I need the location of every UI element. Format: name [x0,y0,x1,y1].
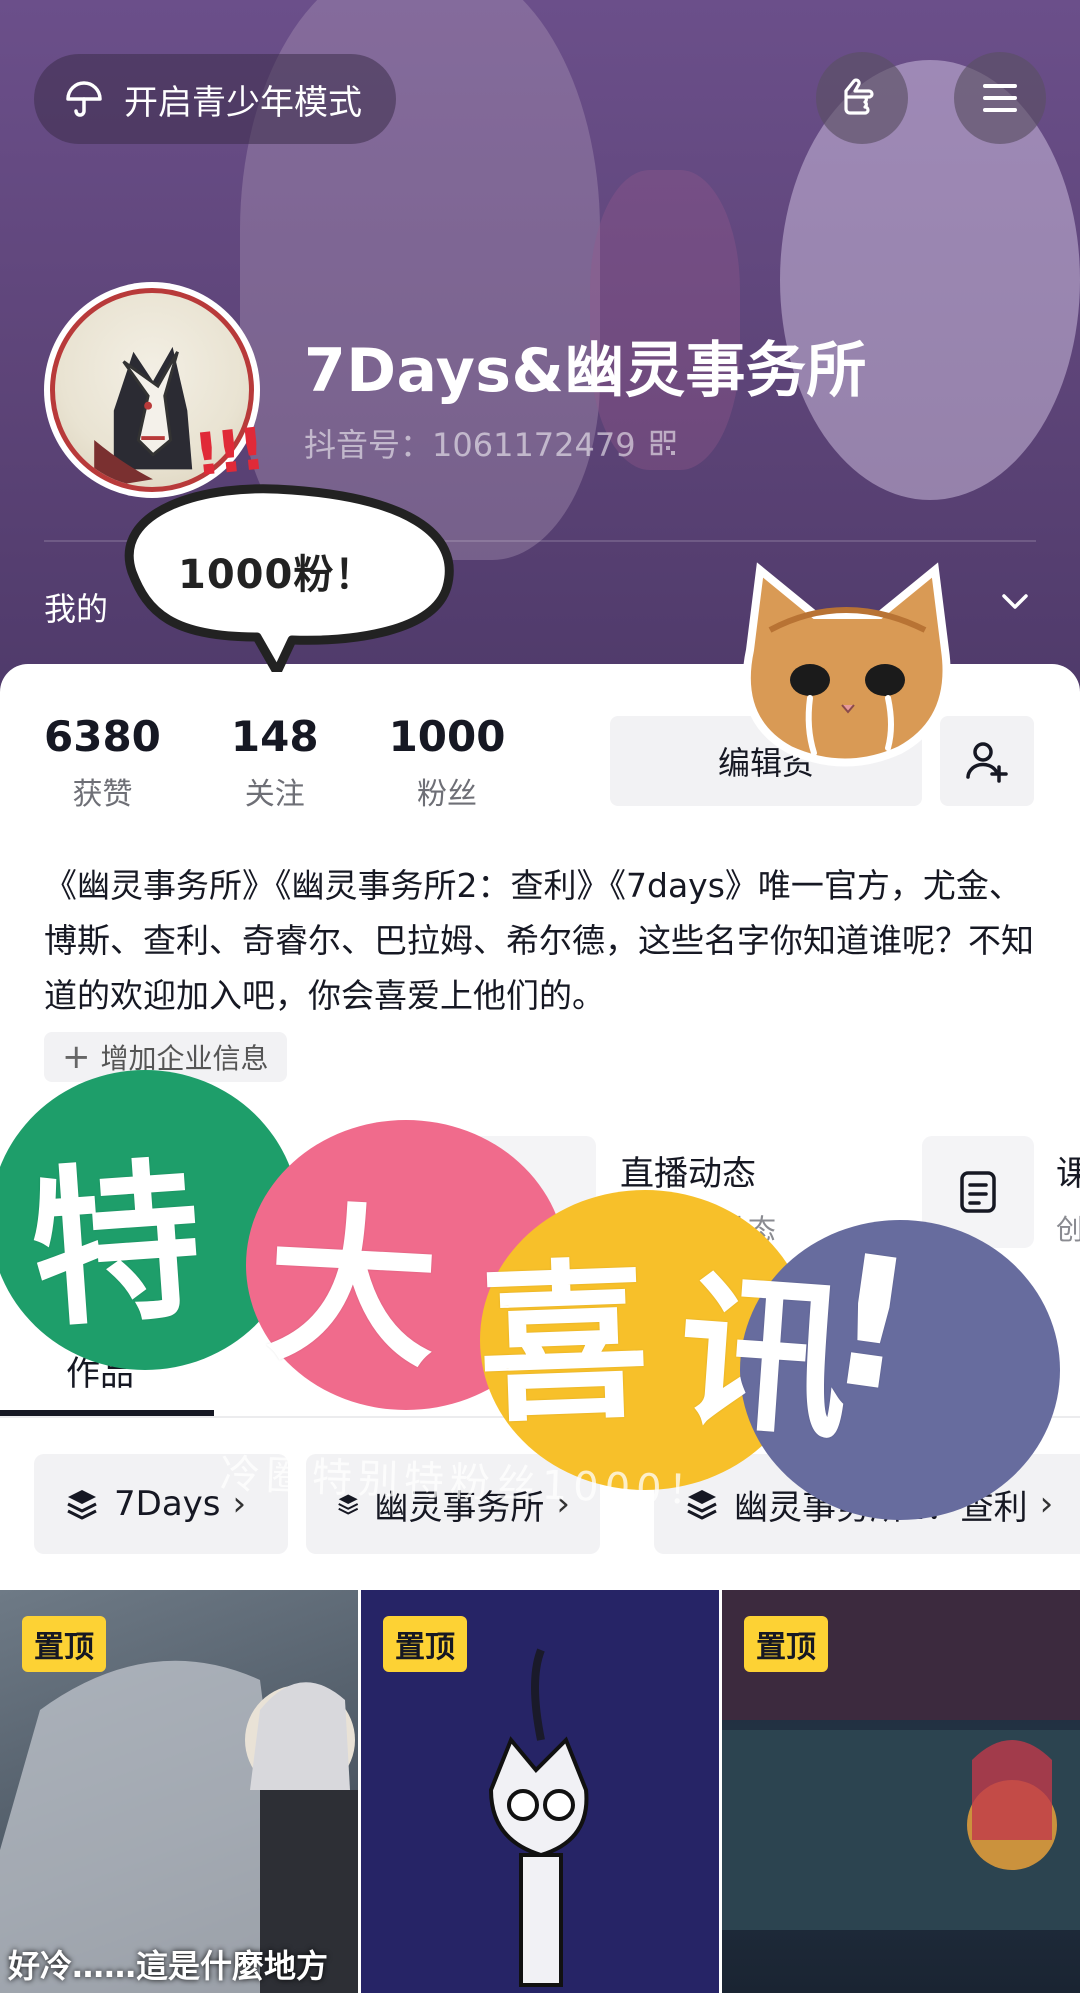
stat-followers-value: 1000 [388,712,506,761]
plus-icon: + [62,1037,91,1077]
exclamation-sticker: !!! [190,414,265,490]
collection-7days-label: 7Days [114,1484,221,1524]
stat-likes[interactable]: 6380 获赞 [44,712,161,813]
menu-button[interactable] [954,52,1046,144]
video-grid: 置顶 好冷……這是什麼地方 置顶 置顶 [0,1590,1080,1993]
chevron-right-icon: › [1039,1484,1054,1524]
stat-following-label: 关注 [244,777,305,812]
stat-likes-label: 获赞 [72,777,133,812]
chevron-down-icon[interactable] [1000,592,1030,612]
qr-code-icon [650,430,675,456]
teen-mode-label: 开启青少年模式 [124,82,362,123]
headline-char-3: 喜 [475,1243,652,1447]
stat-following[interactable]: 148 关注 [231,712,319,813]
tab-works-underline [0,1410,214,1416]
add-user-icon [966,742,1008,783]
hamburger-menu-icon [983,84,1017,112]
pinned-badge: 置顶 [383,1616,467,1672]
umbrella-icon [66,81,102,117]
headline-char-2: 大 [262,1185,443,1393]
douyin-id-text: 抖音号：1061172479 [304,426,636,464]
document-icon [960,1171,996,1213]
stat-likes-value: 6380 [44,712,161,761]
video-caption: 好冷……這是什麼地方 [8,1947,329,1985]
layers-icon [67,1490,97,1520]
profile-nickname: 7Days&幽灵事务所 [304,336,867,406]
douyin-id[interactable]: 抖音号：1061172479 [304,420,676,466]
video-thumbnail[interactable]: 置顶 [361,1590,719,1993]
course-subtitle: 创 [1056,1213,1080,1246]
live-activity-title[interactable]: 直播动态 [620,1146,756,1195]
stat-following-value: 148 [230,712,319,761]
pinned-badge: 置顶 [22,1616,106,1672]
pinned-badge: 置顶 [744,1616,828,1672]
teen-mode-button[interactable]: 开启青少年模式 [34,54,396,144]
headline-char-1: 特 [24,1142,208,1352]
pointing-hand-icon [844,78,874,115]
video-thumbnail[interactable]: 置顶 [722,1590,1080,1993]
speech-bubble-text: 1000粉！ [178,552,376,598]
crying-cat-sticker [742,562,951,767]
stat-followers[interactable]: 1000 粉丝 [389,712,506,813]
stats-row: 6380 获赞 148 关注 1000 粉丝 [44,712,575,813]
stat-followers-label: 粉丝 [417,777,478,812]
video-thumbnail[interactable]: 置顶 好冷……這是什麼地方 [0,1590,358,1993]
course-title[interactable]: 课 [1056,1146,1080,1195]
visitor-button[interactable] [816,52,908,144]
profile-bio: 《幽灵事务所》《幽灵事务所2：查利》《7days》唯一官方，尤金、博斯、查利、奇… [44,866,1034,1015]
